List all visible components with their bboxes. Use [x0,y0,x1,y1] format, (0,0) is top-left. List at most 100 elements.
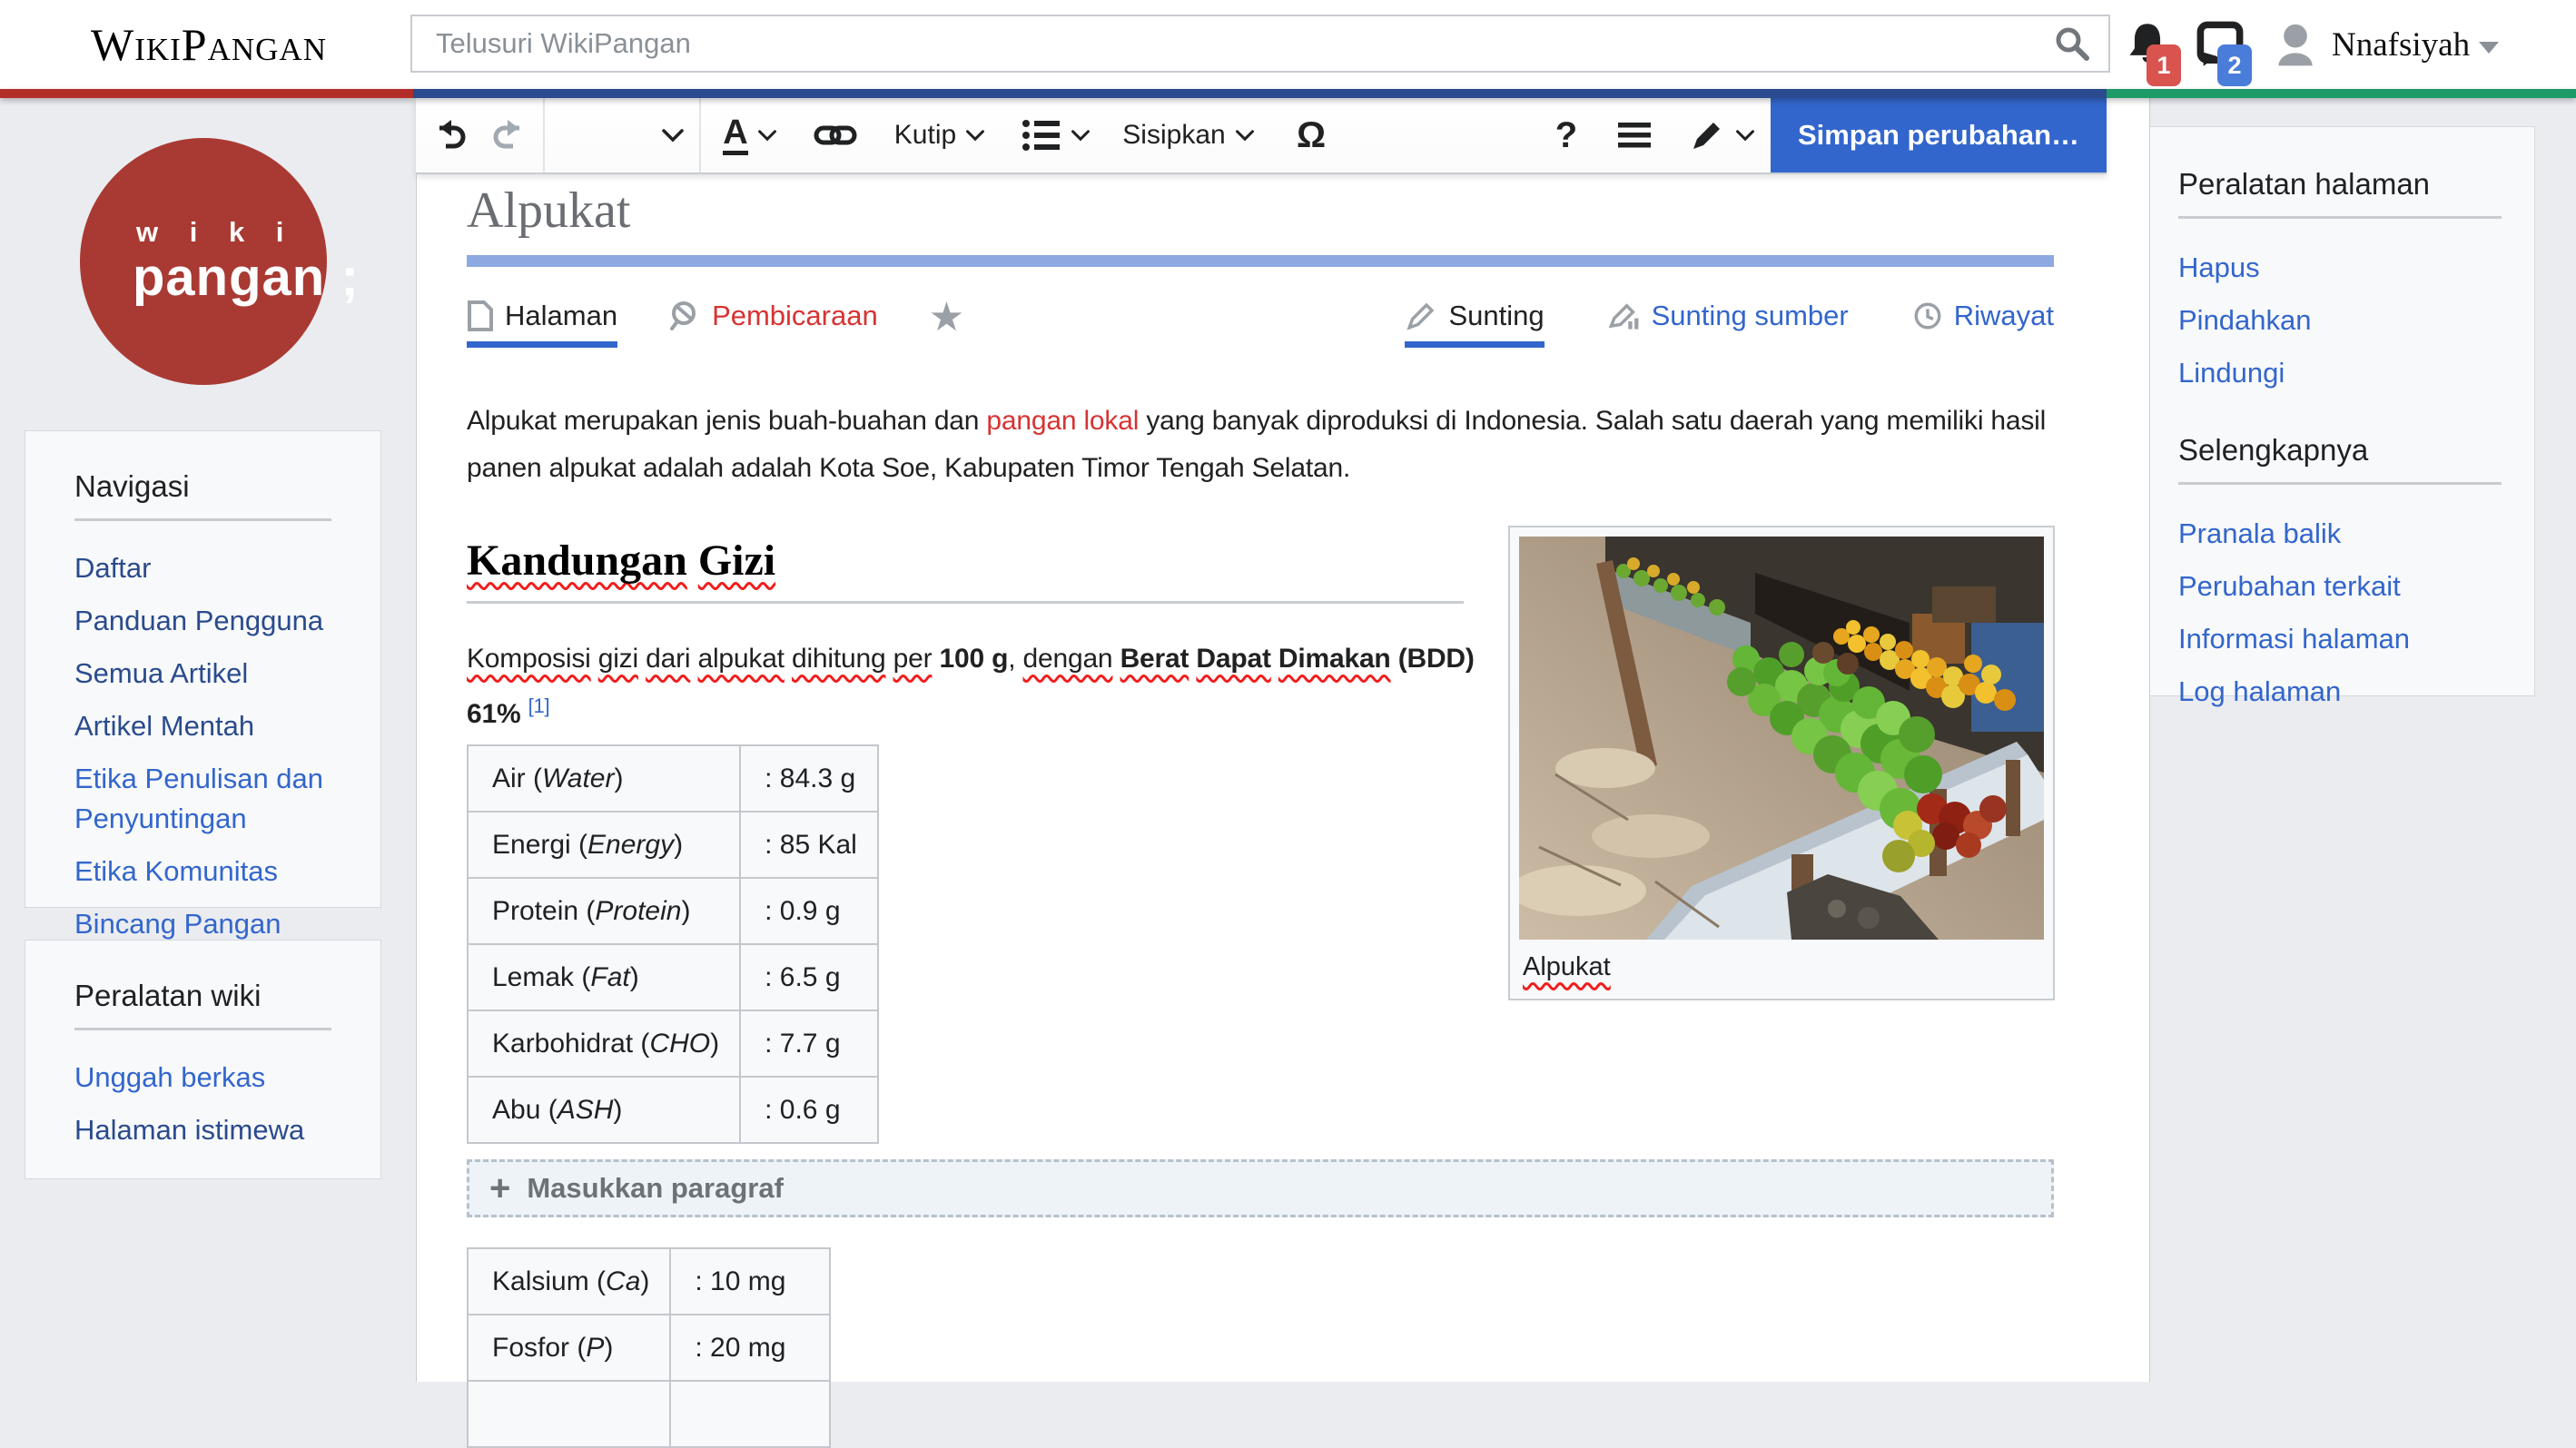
action-tabs: Sunting Sunting sumber Riwayat [1405,300,2054,348]
notifications-messages-button[interactable]: 2 [2196,21,2252,86]
sidebar-link[interactable]: Pindahkan [2178,300,2502,340]
sidebar-link[interactable]: Lindungi [2178,353,2502,393]
sidebar-link[interactable]: Perubahan terkait [2178,566,2502,606]
logo-pangan-text: pangan ; [133,248,360,307]
list-format-dropdown[interactable] [1008,98,1102,172]
chevron-down-icon [1736,130,1754,142]
stripe-blue [413,89,2107,98]
hamburger-menu-icon [1617,123,1651,148]
article-figure[interactable]: Alpukat [1508,526,2055,1000]
logo-wiki-text: w i k i [136,216,296,248]
page-options-menu-button[interactable] [1596,98,1673,172]
personal-tools: 1 2 Nnafsiyah [2125,0,2576,89]
sidebar-link[interactable]: Etika Penulisan dan Penyuntingan [74,759,331,839]
alerts-count-badge: 1 [2147,44,2181,86]
table-row [466,1380,832,1448]
redo-icon [493,120,519,149]
intro-paragraph: Alpukat merupakan jenis buah-buahan dan … [467,406,2047,483]
search-bar[interactable] [410,15,2110,73]
search-input[interactable] [412,27,2036,60]
table-row: Energi (Energy): 85 Kal [466,811,879,879]
help-button[interactable]: ? [1536,98,1596,172]
cite-dropdown[interactable]: Kutip [872,98,1008,172]
omega-icon: Ω [1296,114,1327,155]
mineral-table: Kalsium (Ca): 10 mg Fosfor (P): 20 mg [466,1247,832,1448]
stripe-green [2107,89,2576,98]
sidebar-link[interactable]: Bincang Pangan [74,904,331,944]
undo-icon [439,120,466,149]
fruit-stall-photo [1519,537,2044,940]
navigation-heading: Navigasi [74,469,190,503]
insert-dropdown[interactable]: Sisipkan [1102,98,1275,172]
chevron-down-icon [1071,130,1090,142]
sidebar-link[interactable]: Informasi halaman [2178,619,2502,659]
search-button[interactable] [2036,16,2108,71]
sidebar-link[interactable]: Pranala balik [2178,514,2502,554]
paragraph-format-dropdown[interactable] [545,98,699,172]
notifications-alerts-button[interactable]: 1 [2125,21,2181,86]
editing-mode-dropdown[interactable] [1673,98,1771,172]
edit-pencil-icon [1406,302,1435,330]
tab-halaman[interactable]: Halaman [467,300,618,348]
heading-rule [2178,216,2502,219]
insert-paragraph-placeholder[interactable]: + Masukkan paragraf [467,1159,2054,1217]
reference-link[interactable]: [1] [528,694,550,717]
tab-pembicaraan[interactable]: Pembicaraan [668,300,878,341]
messages-count-badge: 2 [2217,44,2252,86]
help-icon: ? [1554,114,1578,155]
navigation-box: Navigasi Daftar Panduan Pengguna Semua Art… [25,430,381,940]
username-menu[interactable]: Nnafsiyah [2332,25,2470,64]
redo-button[interactable] [479,98,543,172]
pencil-icon [1693,123,1720,149]
text-style-dropdown[interactable]: A [701,98,799,172]
tab-sunting[interactable]: Sunting [1405,300,1545,348]
red-link[interactable]: pangan lokal [986,406,1139,436]
chevron-down-icon [1235,130,1254,142]
edit-source-icon [1608,303,1639,330]
plus-icon: + [489,1168,511,1208]
heading-rule [467,601,1464,604]
site-wordmark[interactable]: WikiPangan [91,0,327,89]
search-icon [2052,24,2092,64]
tab-sunting-sumber[interactable]: Sunting sumber [1608,300,1849,341]
chevron-down-icon [757,130,776,142]
save-changes-button[interactable]: Simpan perubahan… [1770,98,2107,172]
sidebar-link[interactable]: Log halaman [2178,672,2502,712]
visual-editor-toolbar: A Kutip Sisipkan Ω ? Simpan perubahan… [416,98,2107,174]
table-row: Fosfor (P): 20 mg [466,1314,832,1382]
sidebar-link[interactable]: Semua Artikel [74,654,331,694]
navigation-links: Daftar Panduan Pengguna Semua Artikel Artik… [74,548,331,944]
history-clock-icon [1914,302,1941,330]
title-underline-bar [467,255,2054,267]
special-character-button[interactable]: Ω [1275,98,1347,172]
sidebar-link[interactable]: Unggah berkas [74,1058,331,1098]
page-title: Alpukat [467,182,631,239]
talk-bubble-icon [670,301,696,330]
wiki-tools-heading: Peralatan wiki [74,979,262,1012]
heading-rule [2178,482,2502,485]
sidebar-link[interactable]: Halaman istimewa [74,1110,331,1150]
sidebar-link[interactable]: Artikel Mentah [74,706,331,746]
user-menu-caret-icon [2479,41,2500,54]
tab-riwayat[interactable]: Riwayat [1912,300,2054,341]
table-row: Abu (ASH): 0.6 g [466,1076,879,1144]
more-links: Pranala balik Perubahan terkait Informasi … [2178,514,2502,712]
table-row: Lemak (Fat): 6.5 g [466,943,879,1011]
sidebar-link[interactable]: Hapus [2178,248,2502,288]
heading-rule [74,1028,331,1030]
heading-rule [74,518,331,521]
bullet-list-icon [1022,120,1060,151]
chevron-down-icon [662,129,684,143]
more-heading: Selengkapnya [2178,433,2369,467]
figure-caption: Alpukat [1523,952,1611,981]
undo-button[interactable] [416,98,479,172]
sidebar-link[interactable]: Etika Komunitas [74,852,331,891]
sidebar-link[interactable]: Panduan Pengguna [74,601,331,641]
namespace-tabs: Halaman Pembicaraan ★ [467,298,964,348]
chevron-down-icon [966,130,985,142]
link-button[interactable] [799,98,872,172]
page-tools-panel: Peralatan halaman Hapus Pindahkan Lindungi… [2125,126,2535,707]
watch-star-icon[interactable]: ★ [929,298,964,338]
page-tabs: Halaman Pembicaraan ★ Sunting Sunting su… [467,298,2054,356]
sidebar-link[interactable]: Daftar [74,548,331,588]
